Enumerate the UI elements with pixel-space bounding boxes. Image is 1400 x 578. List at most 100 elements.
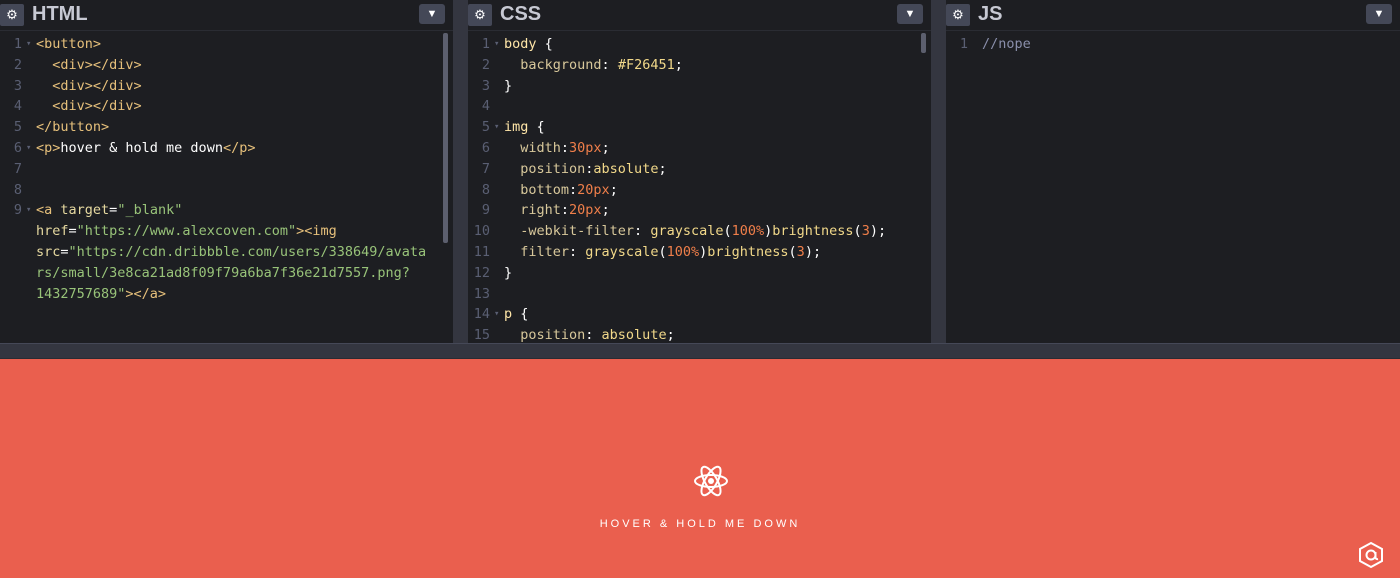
code-token: 20px xyxy=(577,181,610,198)
fold-arrow-icon[interactable]: ▾ xyxy=(26,200,36,221)
code-line[interactable]: 8 xyxy=(0,180,453,201)
code-text: </button> xyxy=(36,117,109,138)
code-line[interactable]: 3} xyxy=(468,76,931,97)
code-line[interactable]: 7 position:absolute; xyxy=(468,159,931,180)
gear-icon[interactable]: ⚙ xyxy=(468,4,492,26)
code-line[interactable]: 1 ▾ <button> xyxy=(0,34,453,55)
code-token: target xyxy=(60,202,110,219)
code-token: } xyxy=(504,77,513,94)
code-line[interactable]: src="https://cdn.dribbble.com/users/3386… xyxy=(0,242,453,263)
css-code-editor[interactable]: 1 ▾ body {2 background: #F26451; 3} 4 5 ▾ img {… xyxy=(468,34,931,343)
code-token: ; xyxy=(658,160,667,177)
code-token: </p> xyxy=(222,139,256,156)
code-line[interactable]: 11 filter: grayscale(100%)brightness(3); xyxy=(468,242,931,263)
code-line[interactable]: 7 xyxy=(0,159,453,180)
fold-gutter xyxy=(26,284,36,305)
fold-gutter xyxy=(26,76,36,97)
fold-arrow-icon[interactable]: ▾ xyxy=(26,138,36,159)
fold-gutter xyxy=(494,325,504,343)
code-line[interactable]: 14 ▾ p { xyxy=(468,304,931,325)
css-editor-panel: ⚙ CSS ▼ 1 ▾ body {2 background: #F26451; 3}… xyxy=(468,0,931,343)
line-number: 11 xyxy=(473,243,490,260)
gear-icon[interactable]: ⚙ xyxy=(946,4,970,26)
fold-gutter xyxy=(26,180,36,201)
code-text: body { xyxy=(504,34,553,55)
line-number xyxy=(0,242,26,263)
code-token: grayscale xyxy=(585,243,659,260)
code-text: position: absolute; xyxy=(504,325,674,343)
code-line[interactable]: 12} xyxy=(468,263,931,284)
line-number: 13 xyxy=(473,285,490,302)
code-line[interactable]: 9 right:20px; xyxy=(468,200,931,221)
code-line[interactable]: 2 <div></div> xyxy=(0,55,453,76)
code-line[interactable]: 1432757689"></a> xyxy=(0,284,453,305)
scrollbar[interactable] xyxy=(921,33,926,53)
code-token: position xyxy=(504,327,586,343)
code-token: ; xyxy=(609,181,618,198)
code-text: bottom:20px; xyxy=(504,180,618,201)
fold-arrow-icon[interactable]: ▾ xyxy=(494,117,504,138)
code-line[interactable]: 4 <div></div> xyxy=(0,96,453,117)
code-line[interactable]: 1 ▾ body { xyxy=(468,34,931,55)
code-line[interactable]: 13 xyxy=(468,284,931,305)
code-token: #F26451 xyxy=(617,56,675,73)
line-number: 8 xyxy=(13,181,22,198)
panel-resizer[interactable] xyxy=(453,0,468,343)
code-line[interactable]: 8 bottom:20px; xyxy=(468,180,931,201)
chevron-down-icon[interactable]: ▼ xyxy=(419,4,445,24)
fold-arrow-icon[interactable]: ▾ xyxy=(494,304,504,325)
code-token: 30px xyxy=(569,139,602,156)
line-number: 6 xyxy=(13,139,22,156)
code-token: { xyxy=(528,119,545,136)
code-line[interactable]: 6 width:30px; xyxy=(468,138,931,159)
code-token: <div></div> xyxy=(36,56,142,73)
preview-resizer[interactable] xyxy=(0,343,1400,359)
code-token: ></a> xyxy=(125,285,167,302)
code-token: 20px xyxy=(569,202,602,219)
html-editor-panel: ⚙ HTML ▼ 1 ▾ <button> 2 <div></div> 3 <div><… xyxy=(0,0,453,343)
code-token: : xyxy=(569,243,586,260)
chevron-down-icon[interactable]: ▼ xyxy=(1366,4,1392,24)
line-number: 6 xyxy=(481,139,490,156)
code-token: filter xyxy=(504,243,570,260)
code-token: 3 xyxy=(861,223,870,240)
code-token: "https://www.alexcoven.com" xyxy=(76,223,297,240)
code-line[interactable]: 3 <div></div> xyxy=(0,76,453,97)
html-code-editor[interactable]: 1 ▾ <button> 2 <div></div> 3 <div></div> 4 <d… xyxy=(0,34,453,343)
fold-gutter xyxy=(494,159,504,180)
atom-icon[interactable] xyxy=(693,463,729,499)
gear-icon[interactable]: ⚙ xyxy=(0,4,24,26)
code-line[interactable]: 10 -webkit-filter: grayscale(100%)bright… xyxy=(468,221,931,242)
line-number: 15 xyxy=(473,327,490,343)
code-line[interactable]: 9 ▾ <a target="_blank" xyxy=(0,200,453,221)
scrollbar[interactable] xyxy=(443,33,448,243)
code-line[interactable]: 1 //nope xyxy=(946,34,1400,55)
code-text: background: #F26451; xyxy=(504,55,683,76)
code-token: } xyxy=(504,264,513,281)
line-number: 3 xyxy=(481,77,490,94)
code-token: "https://cdn.dribbble.com/users/338649/a… xyxy=(68,243,427,260)
line-number: 2 xyxy=(13,56,22,73)
code-token: bottom xyxy=(504,181,570,198)
line-number xyxy=(0,284,26,305)
code-line[interactable]: 2 background: #F26451; xyxy=(468,55,931,76)
code-line[interactable]: href="https://www.alexcoven.com"><img xyxy=(0,221,453,242)
fold-gutter xyxy=(26,221,36,242)
code-token: </button> xyxy=(36,119,110,136)
at-sign-hexagon-icon[interactable] xyxy=(1357,541,1385,569)
code-token: absolute xyxy=(601,327,667,343)
code-line[interactable]: rs/small/3e8ca21ad8f09f79a6ba7f36e21d755… xyxy=(0,263,453,284)
code-line[interactable]: 5 ▾ img { xyxy=(468,117,931,138)
code-line[interactable]: 4 xyxy=(468,96,931,117)
code-line[interactable]: 15 position: absolute; xyxy=(468,325,931,343)
css-panel-header: ⚙ CSS ▼ xyxy=(468,0,931,31)
code-line[interactable]: 6 ▾ <p>hover & hold me down</p> xyxy=(0,138,453,159)
code-line[interactable]: 5 </button> xyxy=(0,117,453,138)
fold-arrow-icon[interactable]: ▾ xyxy=(26,34,36,55)
fold-arrow-icon[interactable]: ▾ xyxy=(494,34,504,55)
code-token: <p> xyxy=(36,139,61,156)
js-code-editor[interactable]: 1 //nope xyxy=(946,34,1400,343)
chevron-down-icon[interactable]: ▼ xyxy=(897,4,923,24)
code-token: : xyxy=(601,56,618,73)
panel-resizer[interactable] xyxy=(931,0,946,343)
